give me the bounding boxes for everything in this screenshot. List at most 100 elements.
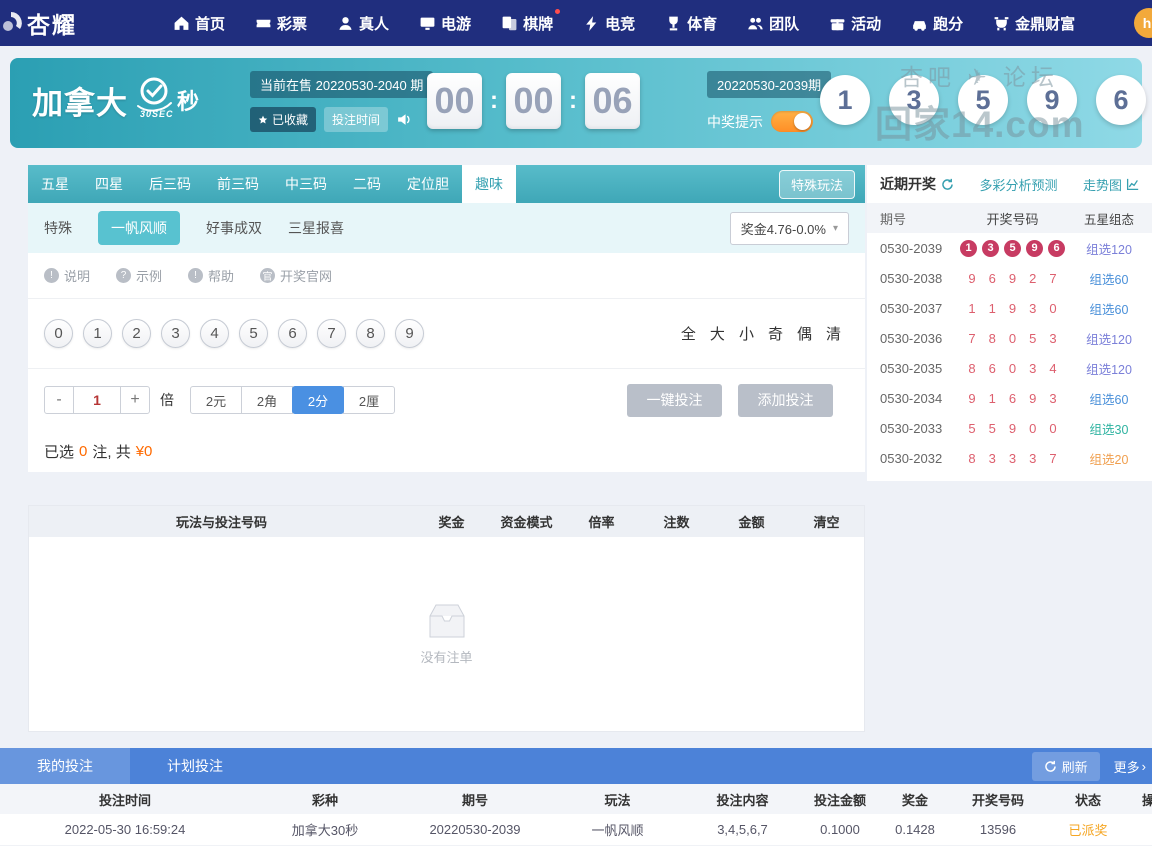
service-hi-label: hi xyxy=(1142,15,1152,31)
empty-state: 没有注单 xyxy=(29,537,864,731)
draw-numbers: 78053 xyxy=(968,330,1057,346)
unit-li[interactable]: 2厘 xyxy=(343,386,395,414)
tab-zhongsanma[interactable]: 中三码 xyxy=(272,165,340,203)
unit-jiao[interactable]: 2角 xyxy=(241,386,293,414)
draw-ball: 5 xyxy=(1004,239,1021,257)
info-bangzhu[interactable]: ! 帮助 xyxy=(188,266,234,285)
quick-clear[interactable]: 清 xyxy=(826,323,841,344)
bolt-icon xyxy=(586,15,597,31)
ball-0[interactable]: 0 xyxy=(44,319,73,348)
special-play-button[interactable]: 特殊玩法 xyxy=(778,169,855,199)
win-tip-toggle[interactable] xyxy=(771,111,813,132)
bet-draw-numbers: 13596 xyxy=(979,822,1017,837)
add-bet-button[interactable]: 添加投注 xyxy=(738,383,833,417)
tab-my-bets[interactable]: 我的投注 xyxy=(0,748,130,784)
team-icon xyxy=(748,17,763,29)
nav-item-esports[interactable]: 电竞 xyxy=(583,13,635,34)
analysis-link[interactable]: 多彩分析预测 xyxy=(979,175,1057,194)
one-key-bet-button[interactable]: 一键投注 xyxy=(627,383,722,417)
clock-check-icon: 30SEC xyxy=(133,74,175,120)
col-fund-mode: 资金模式 xyxy=(500,515,553,530)
quick-odd[interactable]: 奇 xyxy=(768,323,783,344)
info-shuoming[interactable]: ! 说明 xyxy=(44,266,90,285)
speaker-icon[interactable] xyxy=(396,111,413,128)
nav-item-paofen[interactable]: 跑分 xyxy=(911,13,963,34)
nav-item-lottery[interactable]: 彩票 xyxy=(255,13,307,34)
sub-play-tabs: 特殊 一帆风顺 好事成双 三星报喜 奖金4.76-0.0% ▾ xyxy=(28,203,865,253)
unit-yuan[interactable]: 2元 xyxy=(190,386,242,414)
more-link[interactable]: 更多 › xyxy=(1114,757,1146,776)
nav-item-wealth[interactable]: 金鼎财富 xyxy=(993,13,1075,34)
result-number-ball: 6 xyxy=(1096,75,1146,125)
subtab-teshu[interactable]: 特殊 xyxy=(44,218,72,238)
bet-buttons: 一键投注 添加投注 xyxy=(627,383,833,417)
tab-dingweidan[interactable]: 定位胆 xyxy=(394,165,462,203)
info-shili[interactable]: ? 示例 xyxy=(116,266,162,285)
bonus-select[interactable]: 奖金4.76-0.0% ▾ xyxy=(729,211,849,245)
nav-item-activity[interactable]: 活动 xyxy=(829,13,881,34)
site-logo[interactable]: 杏耀 xyxy=(3,6,77,40)
quick-small[interactable]: 小 xyxy=(739,323,754,344)
quick-even[interactable]: 偶 xyxy=(797,323,812,344)
gift-icon xyxy=(830,18,845,30)
nav-item-boardgames[interactable]: 棋牌 xyxy=(501,8,561,34)
pattern-label: 组选60 xyxy=(1089,302,1129,317)
ball-9[interactable]: 9 xyxy=(395,319,424,348)
tab-sixing[interactable]: 四星 xyxy=(82,165,136,203)
unit-fen[interactable]: 2分 xyxy=(292,386,344,414)
result-number-ball: 5 xyxy=(958,75,1008,125)
subtab-haoshichengshuang[interactable]: 好事成双 xyxy=(206,218,262,238)
favorite-button[interactable]: 已收藏 xyxy=(250,107,317,132)
subtab-sanxingbaoxi[interactable]: 三星报喜 xyxy=(288,218,344,238)
pattern-label: 组选60 xyxy=(1089,272,1129,287)
win-tip-label: 中奖提示 xyxy=(707,113,763,130)
refresh-button[interactable]: 刷新 xyxy=(1031,751,1100,781)
nav-label: 电竞 xyxy=(605,15,636,33)
nav-item-sports[interactable]: 体育 xyxy=(665,13,717,34)
ball-2[interactable]: 2 xyxy=(122,319,151,348)
recent-results-title[interactable]: 近期开奖 xyxy=(880,174,954,194)
col-amount: 金额 xyxy=(738,515,765,530)
service-hi-button[interactable]: hi xyxy=(1134,8,1152,38)
pattern-label: 组选20 xyxy=(1089,452,1129,467)
ball-4[interactable]: 4 xyxy=(200,319,229,348)
trend-chart-link[interactable]: 走势图 xyxy=(1083,175,1139,194)
chevron-right-icon: › xyxy=(1141,758,1146,774)
ball-3[interactable]: 3 xyxy=(161,319,190,348)
nav-item-live[interactable]: 真人 xyxy=(337,13,389,34)
tab-plan-bets[interactable]: 计划投注 xyxy=(130,748,260,784)
pattern-label: 组选30 xyxy=(1089,422,1129,437)
col-clear[interactable]: 清空 xyxy=(789,512,864,531)
subtab-yifanfengshun[interactable]: 一帆风顺 xyxy=(98,211,180,245)
ball-5[interactable]: 5 xyxy=(239,319,268,348)
ball-1[interactable]: 1 xyxy=(83,319,112,348)
tab-erma[interactable]: 二码 xyxy=(340,165,394,203)
multiplier-input[interactable] xyxy=(73,386,121,414)
bet-slip-table: 玩法与投注号码 奖金 资金模式 倍率 注数 金额 清空 没有注单 xyxy=(28,505,865,732)
tab-quwei[interactable]: 趣味 xyxy=(462,165,516,203)
lottery-name: 加拿大 xyxy=(32,86,128,121)
multiplier-minus-button[interactable]: - xyxy=(44,386,74,414)
multiplier-plus-button[interactable]: + xyxy=(120,386,150,414)
bet-time-button[interactable]: 投注时间 xyxy=(324,107,389,132)
info-guanwang[interactable]: 官 开奖官网 xyxy=(260,266,332,285)
col-actions: 操作 xyxy=(1142,792,1152,808)
ball-8[interactable]: 8 xyxy=(356,319,385,348)
tab-housanma[interactable]: 后三码 xyxy=(136,165,204,203)
selected-count: 0 xyxy=(79,443,88,460)
quick-all[interactable]: 全 xyxy=(681,323,696,344)
nav-item-home[interactable]: 首页 xyxy=(173,13,225,34)
bonus-select-value: 奖金4.76-0.0% xyxy=(740,221,826,237)
bet-time: 2022-05-30 16:59:24 xyxy=(64,822,186,837)
tab-wuxing[interactable]: 五星 xyxy=(28,165,82,203)
tab-qiansanma[interactable]: 前三码 xyxy=(204,165,272,203)
ball-6[interactable]: 6 xyxy=(278,319,307,348)
trophy-icon xyxy=(669,16,678,30)
col-play: 玩法 xyxy=(604,792,631,808)
ball-7[interactable]: 7 xyxy=(317,319,346,348)
countdown-colon: : xyxy=(569,87,577,114)
quick-big[interactable]: 大 xyxy=(710,323,725,344)
nav-item-team[interactable]: 团队 xyxy=(747,13,799,34)
logo-mark-icon xyxy=(3,12,22,31)
nav-item-egames[interactable]: 电游 xyxy=(419,13,471,34)
